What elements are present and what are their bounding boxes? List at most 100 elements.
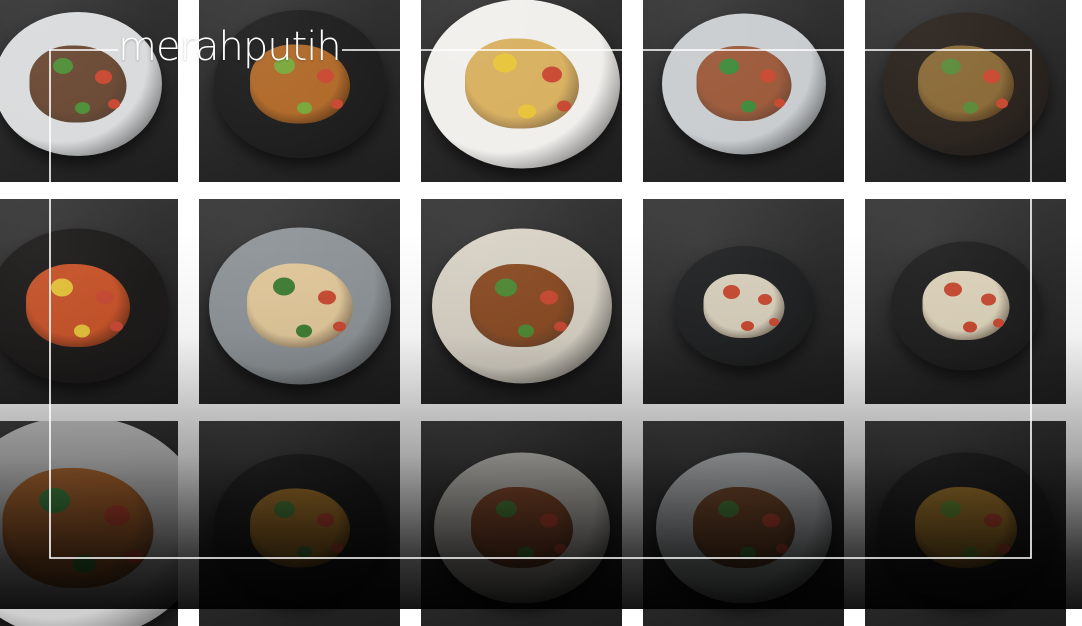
garnish-image bbox=[982, 69, 1000, 84]
food-image bbox=[25, 264, 130, 348]
garnish-image bbox=[992, 318, 1004, 328]
garnish-image bbox=[539, 513, 558, 528]
dish-photo-dessert-plate[interactable] bbox=[421, 0, 622, 182]
garnish-image bbox=[553, 543, 566, 554]
dish-photo-fried-fritter-bowl[interactable] bbox=[865, 0, 1066, 182]
dish-photo-noodle-salad-plate[interactable] bbox=[643, 199, 844, 404]
garnish-image bbox=[961, 546, 978, 560]
plate-image bbox=[673, 245, 814, 366]
plate-image bbox=[877, 452, 1054, 604]
food-image bbox=[464, 38, 579, 129]
garnish-image bbox=[517, 104, 536, 119]
dish-photo-fish-fillet-bowl[interactable] bbox=[643, 0, 844, 182]
garnish-image bbox=[773, 98, 785, 108]
garnish-image bbox=[273, 500, 295, 518]
garnish-image bbox=[494, 278, 517, 297]
plate-image bbox=[655, 452, 832, 604]
food-image bbox=[29, 45, 126, 123]
dish-photo-herb-curry-closeup[interactable] bbox=[0, 421, 178, 626]
garnish-image bbox=[980, 293, 996, 306]
garnish-image bbox=[983, 513, 1002, 528]
plate-image bbox=[661, 13, 826, 155]
garnish-image bbox=[332, 321, 346, 332]
garnish-image bbox=[553, 321, 567, 332]
garnish-image bbox=[717, 500, 739, 518]
dish-photo-sambal-plate[interactable] bbox=[0, 199, 178, 404]
garnish-image bbox=[295, 324, 312, 338]
food-image bbox=[249, 488, 350, 568]
food-image bbox=[470, 487, 573, 569]
garnish-image bbox=[761, 513, 780, 528]
plate-image bbox=[0, 228, 168, 384]
garnish-image bbox=[517, 324, 534, 338]
garnish-image bbox=[768, 317, 779, 326]
food-image bbox=[2, 467, 153, 588]
brand-logo[interactable]: merahputih bbox=[118, 24, 342, 70]
plate-image bbox=[213, 453, 386, 602]
garnish-image bbox=[124, 549, 143, 564]
garnish-image bbox=[962, 101, 978, 114]
food-image bbox=[917, 45, 1014, 122]
dish-photo-braised-beef-bowl[interactable] bbox=[421, 421, 622, 626]
garnish-image bbox=[38, 487, 70, 513]
garnish-image bbox=[103, 504, 130, 526]
garnish-image bbox=[95, 290, 114, 305]
food-image bbox=[246, 263, 353, 348]
plate-image bbox=[0, 421, 178, 626]
garnish-image bbox=[272, 277, 295, 296]
garnish-image bbox=[109, 321, 123, 332]
dish-photo-green-curry-bowl[interactable] bbox=[199, 421, 400, 626]
garnish-image bbox=[330, 98, 343, 109]
garnish-image bbox=[775, 543, 788, 554]
plate-image bbox=[431, 228, 612, 384]
garnish-image bbox=[739, 546, 756, 560]
garnish-image bbox=[556, 100, 571, 112]
dish-photo-tofu-skewer-plate[interactable] bbox=[199, 199, 400, 404]
garnish-image bbox=[73, 324, 90, 338]
garnish-image bbox=[541, 66, 562, 83]
garnish-image bbox=[740, 100, 756, 113]
garnish-image bbox=[757, 293, 772, 305]
plate-image bbox=[423, 0, 620, 169]
food-image bbox=[703, 273, 784, 338]
garnish-image bbox=[72, 554, 96, 573]
garnish-image bbox=[995, 98, 1008, 109]
garnish-image bbox=[939, 500, 961, 518]
garnish-image bbox=[962, 321, 977, 333]
garnish-image bbox=[495, 500, 517, 518]
food-image bbox=[469, 264, 574, 348]
garnish-image bbox=[296, 545, 312, 558]
plate-image bbox=[208, 227, 391, 385]
garnish-image bbox=[317, 290, 336, 305]
garnish-image bbox=[943, 282, 962, 297]
food-image bbox=[692, 487, 795, 569]
food-image bbox=[922, 271, 1009, 341]
garnish-image bbox=[517, 546, 534, 560]
dish-photo-noodle-salad-bowl[interactable] bbox=[865, 199, 1066, 404]
food-image bbox=[914, 487, 1017, 569]
garnish-image bbox=[94, 69, 112, 84]
dish-photo-roasted-chicken-bowl[interactable] bbox=[421, 199, 622, 404]
garnish-image bbox=[718, 58, 739, 75]
plate-image bbox=[433, 452, 610, 604]
garnish-image bbox=[997, 543, 1010, 554]
plate-image bbox=[890, 241, 1041, 371]
garnish-image bbox=[316, 512, 334, 527]
dish-photo-yellow-curry-bowl[interactable] bbox=[865, 421, 1066, 626]
food-image bbox=[696, 46, 791, 122]
plate-image bbox=[882, 12, 1049, 156]
garnish-image bbox=[74, 101, 90, 114]
garnish-image bbox=[52, 57, 73, 74]
garnish-image bbox=[940, 58, 961, 75]
garnish-image bbox=[330, 542, 343, 553]
garnish-image bbox=[722, 284, 740, 299]
garnish-image bbox=[50, 278, 73, 297]
garnish-image bbox=[316, 68, 334, 83]
garnish-image bbox=[539, 290, 558, 305]
garnish-image bbox=[107, 98, 120, 109]
garnish-image bbox=[740, 320, 754, 331]
garnish-image bbox=[492, 53, 517, 73]
garnish-image bbox=[296, 101, 312, 114]
dish-photo-rib-stew-bowl[interactable] bbox=[643, 421, 844, 626]
garnish-image bbox=[759, 69, 776, 83]
